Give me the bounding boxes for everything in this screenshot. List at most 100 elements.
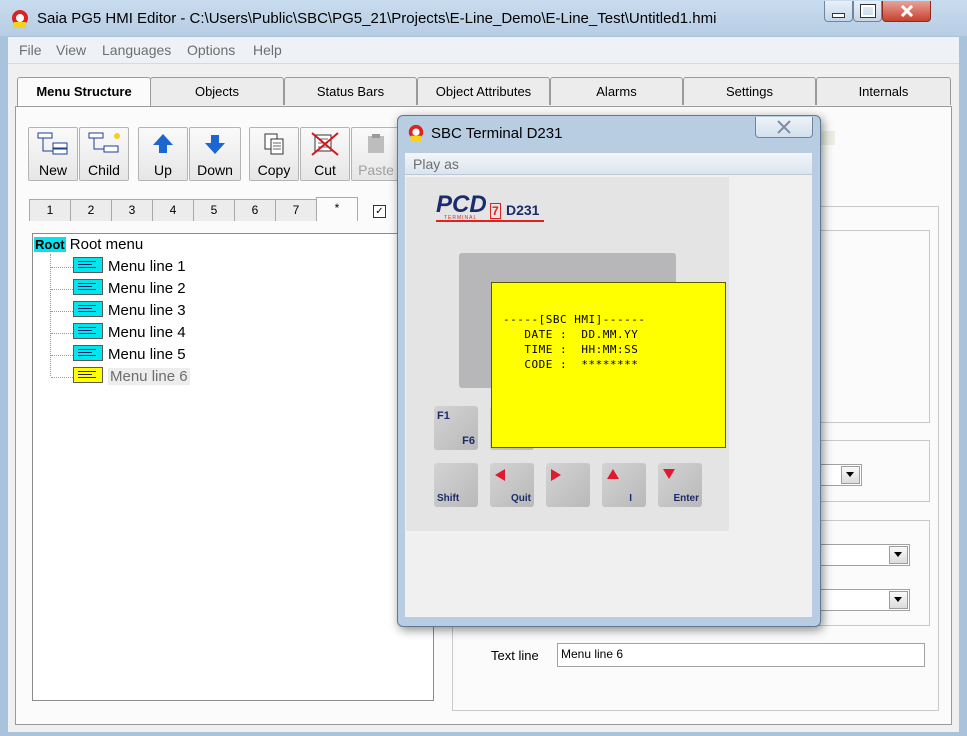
menu-tree[interactable]: Root Root menu Menu line 1 Menu line 2 M… — [32, 233, 434, 701]
level-label: 4 — [169, 203, 177, 217]
tree-branch — [51, 354, 73, 356]
title-bar[interactable]: Saia PG5 HMI Editor - C:\Users\Public\SB… — [0, 0, 967, 36]
paste-button[interactable]: Paste — [351, 127, 401, 181]
chevron-down-icon — [841, 466, 860, 484]
tab-objects[interactable]: Objects — [150, 77, 284, 105]
chevron-down-icon — [889, 546, 908, 564]
key-down-enter[interactable]: Enter — [658, 463, 702, 507]
level-label: 2 — [87, 203, 95, 217]
level-tab-all[interactable]: * — [316, 197, 358, 221]
level-label: 3 — [128, 203, 136, 217]
child-button[interactable]: Child — [79, 127, 129, 181]
tree-item[interactable]: Menu line 1 — [51, 257, 186, 277]
properties-subgroup — [810, 230, 930, 423]
tree-branch — [51, 310, 73, 312]
tab-label: Menu Structure — [36, 84, 132, 99]
level-checkbox[interactable]: ✓ — [373, 205, 386, 218]
level-tab-3[interactable]: 3 — [111, 199, 153, 221]
level-tab-1[interactable]: 1 — [29, 199, 71, 221]
logo-underline — [436, 220, 544, 222]
paste-label: Paste — [358, 162, 394, 178]
menu-languages[interactable]: Languages — [102, 42, 171, 58]
arrow-right-icon — [551, 469, 561, 481]
window-title: Saia PG5 HMI Editor - C:\Users\Public\SB… — [37, 10, 717, 27]
root-tag: Root — [34, 237, 66, 252]
tree-item-label: Menu line 4 — [108, 324, 186, 341]
level-tab-6[interactable]: 6 — [234, 199, 276, 221]
close-button[interactable] — [882, 1, 931, 22]
tree-root[interactable]: Root Root menu — [34, 235, 143, 255]
new-button[interactable]: New — [28, 127, 78, 181]
menu-help[interactable]: Help — [253, 42, 282, 58]
level-label: 6 — [251, 203, 259, 217]
tree-item[interactable]: Menu line 3 — [51, 301, 186, 321]
new-label: New — [38, 162, 67, 178]
menu-line-icon — [73, 323, 103, 339]
close-icon — [900, 5, 913, 17]
cut-icon — [311, 132, 339, 156]
tree-branch — [51, 266, 73, 268]
root-label: Root menu — [69, 236, 144, 253]
down-button[interactable]: Down — [189, 127, 241, 181]
cut-label: Cut — [314, 162, 336, 178]
key-left-quit[interactable]: Quit — [490, 463, 534, 507]
up-button[interactable]: Up — [138, 127, 188, 181]
saia-app-icon — [12, 10, 28, 28]
tree-item[interactable]: Menu line 4 — [51, 323, 186, 343]
maximize-icon — [859, 4, 876, 18]
menu-line-icon — [73, 279, 103, 295]
tab-settings[interactable]: Settings — [683, 77, 816, 105]
dialog-close-button[interactable] — [755, 117, 813, 138]
level-tab-2[interactable]: 2 — [70, 199, 112, 221]
maximize-button[interactable] — [853, 1, 882, 22]
tab-object-attributes[interactable]: Object Attributes — [417, 77, 550, 105]
arrow-left-icon — [495, 469, 505, 481]
tree-item-selected[interactable]: Menu line 6 — [51, 367, 190, 387]
menu-bar: File View Languages Options Help — [8, 37, 959, 63]
tree-item[interactable]: Menu line 2 — [51, 279, 186, 299]
level-label: 5 — [210, 203, 218, 217]
level-tab-7[interactable]: 7 — [275, 199, 317, 221]
tree-branch — [51, 376, 73, 378]
tree-branch — [51, 332, 73, 334]
tab-label: Status Bars — [316, 84, 385, 99]
key-f1-label: F1 — [437, 410, 450, 422]
tree-item-label: Menu line 3 — [108, 302, 186, 319]
level-label: 1 — [46, 203, 54, 217]
key-right[interactable] — [546, 463, 590, 507]
level-label: * — [334, 201, 340, 215]
copy-button[interactable]: Copy — [249, 127, 299, 181]
child-label: Child — [88, 162, 120, 178]
tab-internals[interactable]: Internals — [816, 77, 951, 105]
saia-app-icon — [408, 124, 424, 142]
tree-item[interactable]: Menu line 5 — [51, 345, 186, 365]
menu-file[interactable]: File — [19, 42, 42, 58]
arrow-up-icon — [153, 134, 173, 153]
key-up-i[interactable]: I — [602, 463, 646, 507]
menu-view[interactable]: View — [56, 42, 86, 58]
logo-model: D231 — [506, 202, 540, 218]
key-f1-f6[interactable]: F1 F6 — [434, 406, 478, 450]
minimize-button[interactable] — [824, 1, 853, 22]
tab-label: Internals — [858, 84, 909, 99]
tab-alarms[interactable]: Alarms — [550, 77, 683, 105]
terminal-dialog[interactable]: SBC Terminal D231 Play as PCD TERMINAL 7… — [397, 115, 821, 627]
pcd-logo: PCD TERMINAL 7 D231 — [436, 191, 546, 223]
level-tab-4[interactable]: 4 — [152, 199, 194, 221]
tab-status-bars[interactable]: Status Bars — [284, 77, 417, 105]
key-shift[interactable]: Shift — [434, 463, 478, 507]
menu-line-icon — [73, 367, 103, 383]
close-icon — [777, 120, 791, 134]
menu-play-as[interactable]: Play as — [413, 156, 459, 172]
arrow-down-icon — [663, 469, 675, 479]
text-line-input[interactable]: Menu line 6 — [557, 643, 925, 667]
tab-label: Objects — [194, 84, 240, 99]
level-tab-5[interactable]: 5 — [193, 199, 235, 221]
key-quit-label: Quit — [511, 493, 531, 504]
tab-menu-structure[interactable]: Menu Structure — [17, 77, 151, 108]
cut-button[interactable]: Cut — [300, 127, 350, 181]
arrow-up-icon — [607, 469, 619, 479]
key-i-label: I — [629, 493, 632, 504]
level-label: 7 — [292, 203, 300, 217]
menu-options[interactable]: Options — [187, 42, 235, 58]
